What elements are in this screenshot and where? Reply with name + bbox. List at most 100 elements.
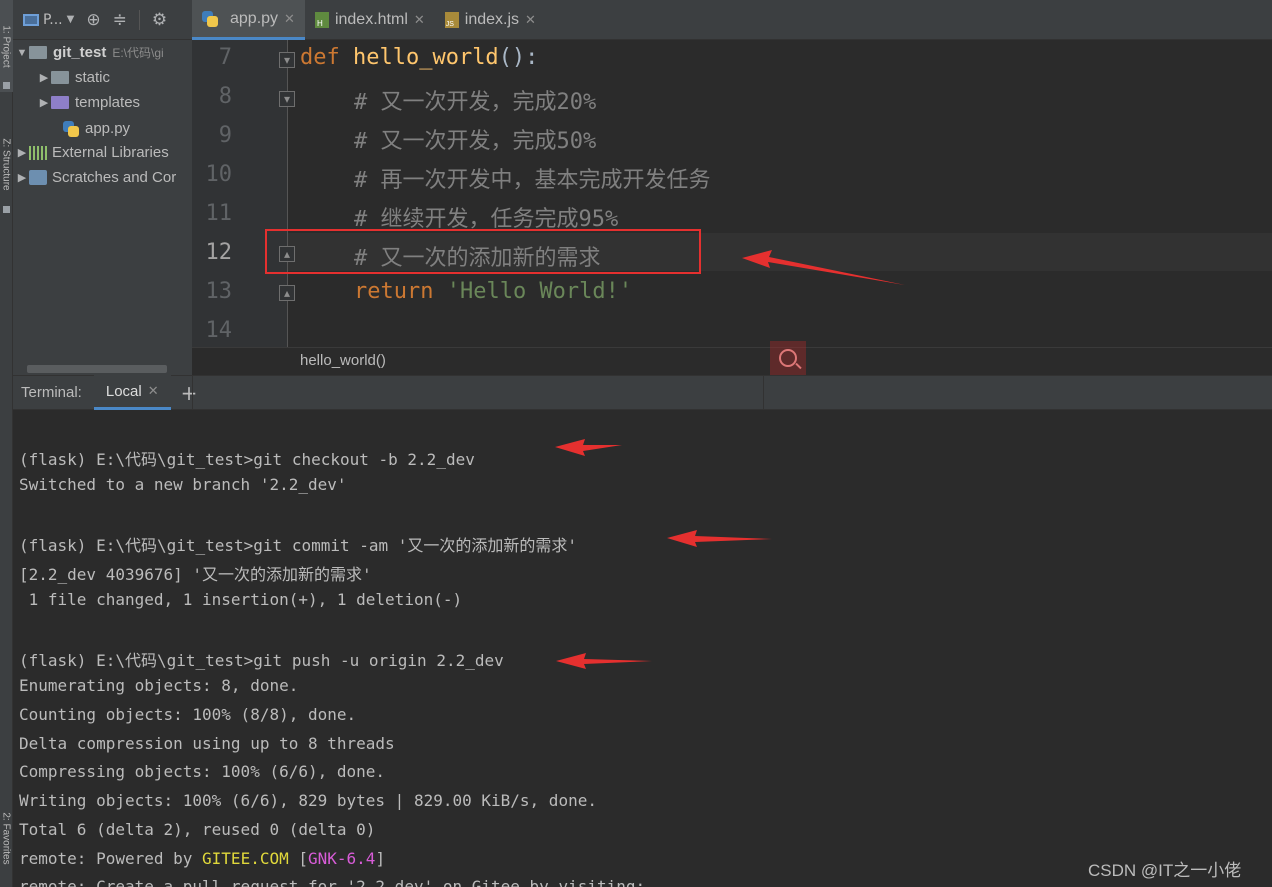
structure-tool-label: Z: Structure xyxy=(1,137,12,191)
terminal-line: Enumerating objects: 8, done. xyxy=(19,676,299,695)
project-view-selector[interactable]: P... ▼ xyxy=(23,12,74,28)
folder-icon xyxy=(51,96,69,109)
tree-root-git-test[interactable]: ▼ git_test E:\代码\gi xyxy=(15,40,164,65)
line-number: 7 xyxy=(218,45,232,70)
project-toolbar: P... ▼ ⊕ ≑ ⚙ xyxy=(13,0,192,40)
new-terminal-icon[interactable]: + xyxy=(171,381,198,405)
terminal-header: Terminal: Local ✕ + xyxy=(13,375,1272,411)
expand-arrow-icon[interactable]: ▶ xyxy=(15,146,29,159)
expand-arrow-icon[interactable]: ▶ xyxy=(15,171,29,184)
tree-item-external-libraries[interactable]: ▶ External Libraries xyxy=(15,140,169,165)
tree-item-app-py[interactable]: app.py xyxy=(63,116,130,141)
close-icon[interactable]: ✕ xyxy=(284,11,295,27)
line-number: 10 xyxy=(205,162,233,187)
project-tool-icon xyxy=(3,82,10,89)
tree-item-static[interactable]: ▶ static xyxy=(37,65,110,90)
tab-local[interactable]: Local ✕ xyxy=(93,375,171,410)
editor-tab-bar: app.py ✕ index.html ✕ index.js ✕ xyxy=(192,0,1272,40)
terminal-line: Switched to a new branch '2.2_dev' xyxy=(19,475,347,494)
project-view-label: P... xyxy=(43,11,63,28)
gnk-version: GNK-6.4 xyxy=(308,849,376,868)
root-name: git_test xyxy=(53,44,107,61)
tab-label: app.py xyxy=(230,9,279,27)
code-line: def hello_world(): xyxy=(300,45,538,70)
code-comment: # 又一次开发，完成50% xyxy=(354,129,597,154)
project-tool-tab[interactable]: 1: Project xyxy=(0,0,13,92)
tab-label: index.html xyxy=(334,11,408,28)
tab-label: index.js xyxy=(464,11,520,28)
dropdown-icon: ▼ xyxy=(66,14,75,25)
tree-item-label: templates xyxy=(75,94,141,111)
collapse-all-icon[interactable]: ≑ xyxy=(113,10,127,30)
project-window-icon xyxy=(23,13,39,26)
line-number: 13 xyxy=(205,279,233,304)
terminal-line: Total 6 (delta 2), reused 0 (delta 0) xyxy=(19,820,376,839)
breadcrumb-item[interactable]: hello_world() xyxy=(300,352,386,369)
code-editor[interactable]: 7 8 9 10 11 12 13 14 ▾ ▾ ▴ ▴ def hello_w… xyxy=(192,40,1272,347)
tree-item-label: app.py xyxy=(85,120,131,137)
tree-item-scratches[interactable]: ▶ Scratches and Cor xyxy=(15,165,176,190)
terminal-line: Writing objects: 100% (6/6), 829 bytes |… xyxy=(19,791,597,810)
tree-horizontal-scrollbar[interactable] xyxy=(27,365,167,373)
tab-index-js[interactable]: index.js ✕ xyxy=(435,0,546,40)
tab-app-py[interactable]: app.py ✕ xyxy=(192,0,305,40)
expand-arrow-icon[interactable]: ▼ xyxy=(15,47,29,59)
python-file-icon xyxy=(63,120,79,137)
folder-icon xyxy=(29,46,47,59)
terminal-label: Terminal: xyxy=(21,384,82,401)
code-comment: # 又一次开发，完成20% xyxy=(354,90,597,115)
search-icon[interactable] xyxy=(770,341,806,375)
terminal-output[interactable]: (flask) E:\代码\git_test>git checkout -b 2… xyxy=(13,410,1272,887)
gitee-link[interactable]: GITEE.COM xyxy=(202,849,289,868)
folder-icon xyxy=(51,71,69,84)
fold-marker-icon[interactable]: ▾ xyxy=(279,91,295,107)
line-number: 14 xyxy=(205,318,233,343)
scratches-icon xyxy=(29,170,47,185)
close-icon[interactable]: ✕ xyxy=(148,383,159,399)
terminal-line: Delta compression using up to 8 threads xyxy=(19,734,395,753)
code-line: return 'Hello World!' xyxy=(354,279,632,304)
line-number: 11 xyxy=(205,201,233,226)
root-path: E:\代码\gi xyxy=(112,46,164,60)
terminal-line: [2.2_dev 4039676] '又一次的添加新的需求' xyxy=(19,565,372,584)
bracket-open: [ xyxy=(288,849,308,868)
annotation-highlight-box xyxy=(265,229,701,274)
terminal-line: Counting objects: 100% (8/8), done. xyxy=(19,705,357,724)
terminal-line: remote: Create a pull request for '2.2_d… xyxy=(19,877,646,887)
line-number: 9 xyxy=(218,123,232,148)
structure-tool-icon xyxy=(3,206,10,213)
close-icon[interactable]: ✕ xyxy=(525,12,536,28)
structure-tool-tab[interactable]: Z: Structure xyxy=(0,112,13,216)
fold-marker-icon[interactable]: ▾ xyxy=(279,52,295,68)
punctuation: (): xyxy=(498,45,539,70)
tab-label: Local xyxy=(105,382,142,400)
line-number: 12 xyxy=(205,240,233,265)
terminal-line: 1 file changed, 1 insertion(+), 1 deleti… xyxy=(19,590,463,609)
tree-item-label: External Libraries xyxy=(52,144,169,161)
terminal-line: (flask) E:\代码\git_test>git commit -am '又… xyxy=(19,536,578,555)
library-icon xyxy=(29,145,47,160)
breadcrumb: hello_world() xyxy=(192,341,1272,375)
tool-window-strip: 1: Project Z: Structure 2: Favorites xyxy=(0,0,13,887)
close-icon[interactable]: ✕ xyxy=(414,12,425,28)
bracket-close: ] xyxy=(375,849,386,868)
locate-icon[interactable]: ⊕ xyxy=(86,10,100,30)
tree-item-templates[interactable]: ▶ templates xyxy=(37,90,140,115)
watermark: CSDN @IT之一小佬 xyxy=(1088,861,1242,880)
tree-item-label: Scratches and Cor xyxy=(52,169,177,186)
tree-item-label: static xyxy=(75,69,111,86)
expand-arrow-icon[interactable]: ▶ xyxy=(37,96,51,109)
tab-index-html[interactable]: index.html ✕ xyxy=(305,0,435,40)
html-file-icon xyxy=(314,12,329,28)
code-comment: # 再一次开发中，基本完成开发任务 xyxy=(354,168,711,193)
string-literal: 'Hello World!' xyxy=(446,279,633,304)
function-name: hello_world xyxy=(352,45,499,70)
favorites-tool-tab[interactable]: 2: Favorites xyxy=(0,790,13,887)
powered-prefix: remote: Powered by xyxy=(19,849,203,868)
keyword: def xyxy=(300,45,353,70)
line-number: 8 xyxy=(218,84,232,109)
fold-marker-icon[interactable]: ▴ xyxy=(279,285,295,301)
expand-arrow-icon[interactable]: ▶ xyxy=(37,71,51,84)
keyword: return xyxy=(354,279,447,304)
gear-icon[interactable]: ⚙ xyxy=(152,10,167,30)
